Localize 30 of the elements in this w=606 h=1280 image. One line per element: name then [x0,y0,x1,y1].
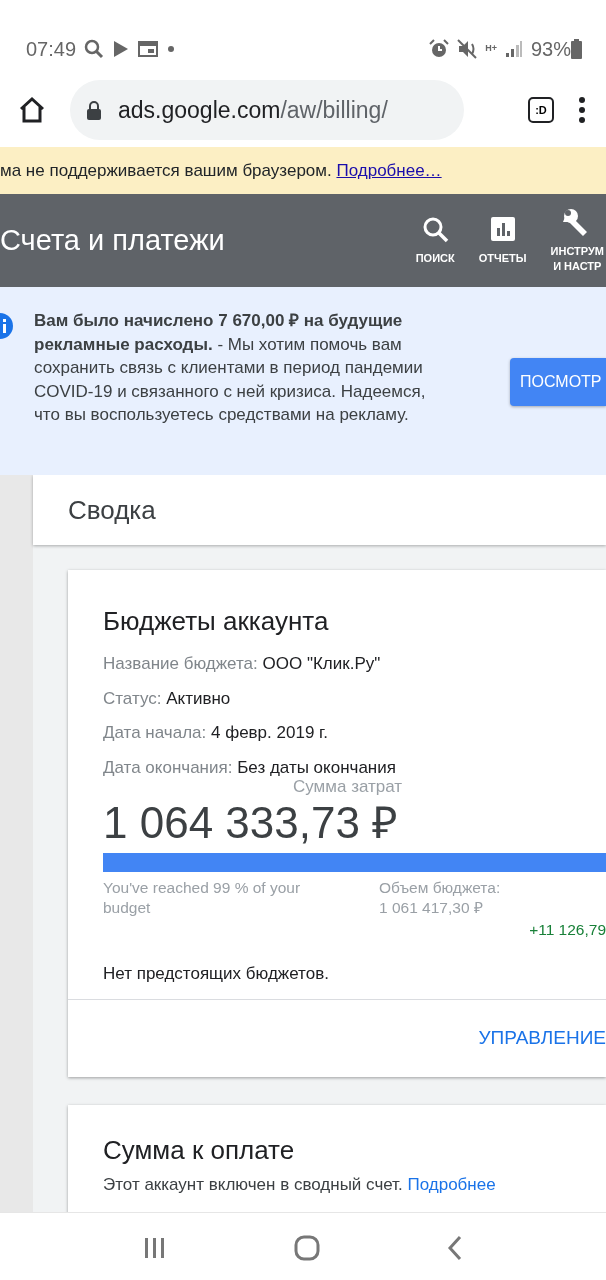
page-title: Счета и платежи [0,223,225,258]
more-link[interactable]: Подробнее [407,1175,496,1195]
url-path: /aw/billing/ [280,96,388,123]
address-bar[interactable]: ads.google.com/aw/billing/ [70,80,464,140]
reached-text: You've reached 99 % of your budget [103,878,302,919]
budget-field: Название бюджета: ООО "Клик.Ру" [103,651,606,677]
card-title: Сумма к оплате [103,1134,296,1167]
budget-field: Статус: Активно [103,685,606,712]
notice-text: Вам было начислено 7 670,00 ₽ на будущие рекламные расходы. - Мы хотим помочь вам сохранить связь с клиентами в период пандемии COVID-19 и связанного с ней кризиса. Надеемся, что вы воспользуетесь средствами на рекламу. [34,310,427,426]
toolbar-button[interactable]: ОТЧЕТЫ [478,215,527,266]
section-title: Сводка [68,493,156,527]
tab-switcher-button[interactable]: :D [528,97,554,123]
no-upcoming-text: Нет предстоящих бюджетов. [103,963,330,986]
clock-text: 07:49 [26,36,77,62]
budget-volume-value: 1 061 417,30 ₽ [379,898,484,919]
network-text: H+ [485,41,497,55]
warning-text: ма не поддерживается вашим браузером. Подробнее… [0,159,442,182]
account-text: Этот аккаунт включен в сводный счет. Подробнее [103,1174,497,1197]
view-button[interactable]: ПОСМОТР [510,358,606,406]
spend-amount: 1 064 333,73 ₽ [103,801,400,846]
url-host: ads.google.com [118,96,281,123]
overage-amount: +11 126,79 [529,920,606,941]
budget-volume-label: Объем бюджета: [379,878,501,899]
toolbar-button[interactable]: ИНСТРУМ И НАСТР [550,208,604,273]
toolbar-button[interactable]: ПОИСК [415,215,455,266]
budget-field: Дата начала: 4 февр. 2019 г. [103,720,606,746]
card-title: Бюджеты аккаунта [103,606,330,638]
manage-button[interactable]: УПРАВЛЕНИЕ [478,1024,606,1053]
battery-text: 93% [530,36,571,62]
more-link[interactable]: Подробнее… [336,160,442,180]
